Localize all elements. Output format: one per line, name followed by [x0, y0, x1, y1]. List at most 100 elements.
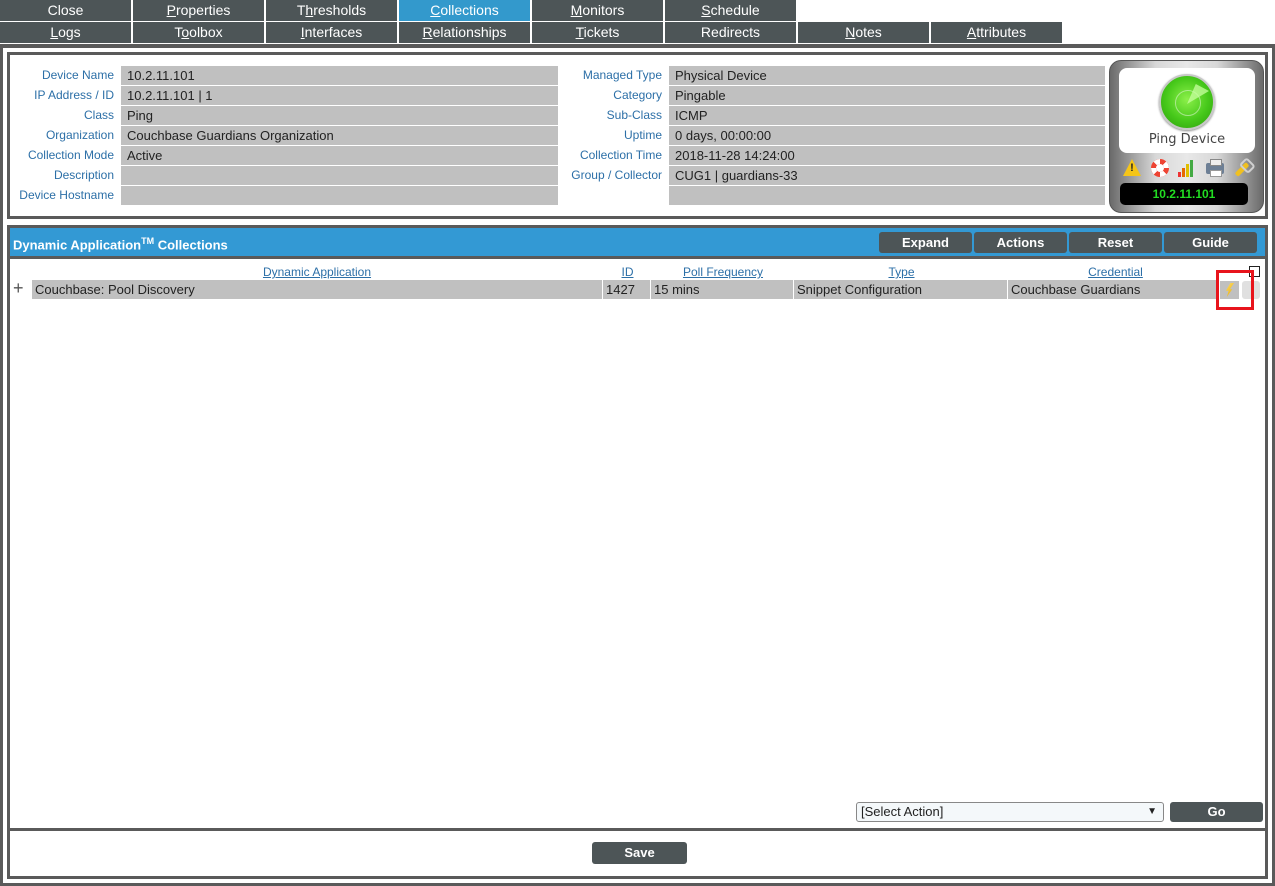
tab-interfaces[interactable]: Interfaces: [266, 22, 397, 43]
column-header-id[interactable]: ID: [604, 265, 651, 279]
footer-bar: Save: [7, 828, 1268, 879]
expand-row-icon[interactable]: +: [13, 278, 24, 298]
info-label: Group / Collector: [571, 168, 662, 182]
tab-notes[interactable]: Notes: [798, 22, 929, 43]
cell-id: 1427: [602, 280, 650, 299]
tab-label: Notes: [845, 24, 882, 40]
tab-collections[interactable]: Collections: [399, 0, 530, 21]
trademark: TM: [141, 236, 155, 246]
select-value: [Select Action]: [861, 804, 944, 819]
signal-bars-icon[interactable]: [1177, 158, 1197, 178]
info-value: Couchbase Guardians Organization: [121, 126, 558, 145]
tab-label: Monitors: [570, 2, 625, 18]
tab-bar: Close Properties Thresholds Collections …: [0, 0, 1275, 44]
info-label: Class: [83, 108, 114, 122]
title-text: Dynamic Application: [13, 237, 142, 253]
tab-tickets[interactable]: Tickets: [532, 22, 663, 43]
row-checkbox[interactable]: [1242, 281, 1260, 299]
select-action-dropdown[interactable]: [Select Action] ▼: [856, 802, 1164, 822]
device-badge[interactable]: Ping Device ! 10.2.11.101: [1109, 60, 1264, 213]
info-value: 10.2.11.101 | 1: [121, 86, 558, 105]
info-value: Active: [121, 146, 558, 165]
info-label: Collection Mode: [27, 148, 114, 162]
tab-properties[interactable]: Properties: [133, 0, 264, 21]
info-label: Sub-Class: [606, 108, 662, 122]
tab-close[interactable]: Close: [0, 0, 131, 21]
tab-label: Interfaces: [300, 24, 363, 40]
tab-label: Close: [47, 2, 84, 18]
actions-button[interactable]: Actions: [974, 232, 1067, 253]
select-all-checkbox[interactable]: [1249, 266, 1260, 277]
tab-label: Collections: [430, 2, 499, 18]
info-label: [550, 186, 662, 205]
info-value: Pingable: [669, 86, 1105, 105]
expand-button[interactable]: Expand: [879, 232, 972, 253]
info-label: Device Name: [41, 68, 114, 82]
tab-label: Thresholds: [296, 2, 367, 18]
tab-label: Logs: [50, 24, 81, 40]
info-value: 2018-11-28 14:24:00: [669, 146, 1105, 165]
info-value: ICMP: [669, 106, 1105, 125]
info-value: 10.2.11.101: [121, 66, 558, 85]
tab-monitors[interactable]: Monitors: [532, 0, 663, 21]
info-label: Category: [613, 88, 662, 102]
info-label: Device Hostname: [19, 188, 114, 202]
info-value: Ping: [121, 106, 558, 125]
save-button[interactable]: Save: [592, 842, 687, 864]
wrench-icon[interactable]: [1232, 158, 1252, 178]
lifebuoy-icon[interactable]: [1150, 158, 1170, 178]
device-type-label: Ping Device: [1148, 132, 1226, 147]
info-value: [669, 186, 1105, 205]
table-row[interactable]: Couchbase: Pool Discovery 1427 15 mins S…: [32, 280, 1218, 299]
go-button[interactable]: Go: [1170, 802, 1263, 822]
lightning-bolt-icon: [1225, 283, 1234, 297]
info-label: IP Address / ID: [34, 88, 114, 102]
tab-schedule[interactable]: Schedule: [665, 0, 796, 21]
cell-credential: Couchbase Guardians: [1007, 280, 1218, 299]
badge-toolbar: !: [1122, 158, 1252, 178]
tab-label: Relationships: [422, 24, 507, 40]
reset-button[interactable]: Reset: [1069, 232, 1162, 253]
title-suffix: Collections: [154, 237, 228, 253]
radar-icon: [1159, 74, 1215, 130]
tab-label: Tickets: [575, 24, 620, 40]
badge-display: Ping Device: [1119, 68, 1255, 153]
tab-toolbox[interactable]: Toolbox: [133, 22, 264, 43]
info-label: Managed Type: [582, 68, 662, 82]
column-header-dynamic-application[interactable]: Dynamic Application: [32, 265, 602, 279]
info-value: CUG1 | guardians-33: [669, 166, 1105, 185]
tab-attributes[interactable]: Attributes: [931, 22, 1062, 43]
info-label: Description: [53, 168, 114, 182]
column-header-poll-frequency[interactable]: Poll Frequency: [652, 265, 794, 279]
cell-poll-frequency: 15 mins: [650, 280, 793, 299]
tab-logs[interactable]: Logs: [0, 22, 131, 43]
guide-button[interactable]: Guide: [1164, 232, 1257, 253]
panel-header: Dynamic ApplicationTM Collections Expand…: [10, 228, 1265, 259]
column-header-credential[interactable]: Credential: [1009, 265, 1222, 279]
dynamic-app-collections-panel: Dynamic ApplicationTM Collections Expand…: [7, 225, 1268, 831]
info-label: Collection Time: [579, 148, 662, 162]
tab-label: Attributes: [966, 24, 1027, 40]
column-header-type[interactable]: Type: [795, 265, 1008, 279]
tab-relationships[interactable]: Relationships: [399, 22, 530, 43]
tab-label: Properties: [166, 2, 231, 18]
info-value: [121, 186, 558, 205]
device-info-panel: Device Name 10.2.11.101 IP Address / ID 10.…: [7, 52, 1268, 219]
info-label: Uptime: [623, 128, 662, 142]
device-ip-display: 10.2.11.101: [1120, 183, 1248, 205]
tab-redirects[interactable]: Redirects: [665, 22, 796, 43]
info-label: Organization: [45, 128, 114, 142]
info-value: Physical Device: [669, 66, 1105, 85]
tab-label: Schedule: [701, 2, 760, 18]
cell-type: Snippet Configuration: [793, 280, 1007, 299]
warning-icon[interactable]: !: [1122, 158, 1142, 178]
printer-icon[interactable]: [1205, 158, 1225, 178]
panel-title: Dynamic ApplicationTM Collections: [13, 236, 228, 252]
tab-label: Toolbox: [174, 24, 223, 40]
cell-dynamic-application: Couchbase: Pool Discovery: [35, 282, 195, 297]
info-value: 0 days, 00:00:00: [669, 126, 1105, 145]
tab-thresholds[interactable]: Thresholds: [266, 0, 397, 21]
tab-label: Redirects: [700, 24, 761, 40]
dropdown-arrow-icon: ▼: [1147, 806, 1157, 817]
edit-button[interactable]: [1220, 281, 1239, 299]
